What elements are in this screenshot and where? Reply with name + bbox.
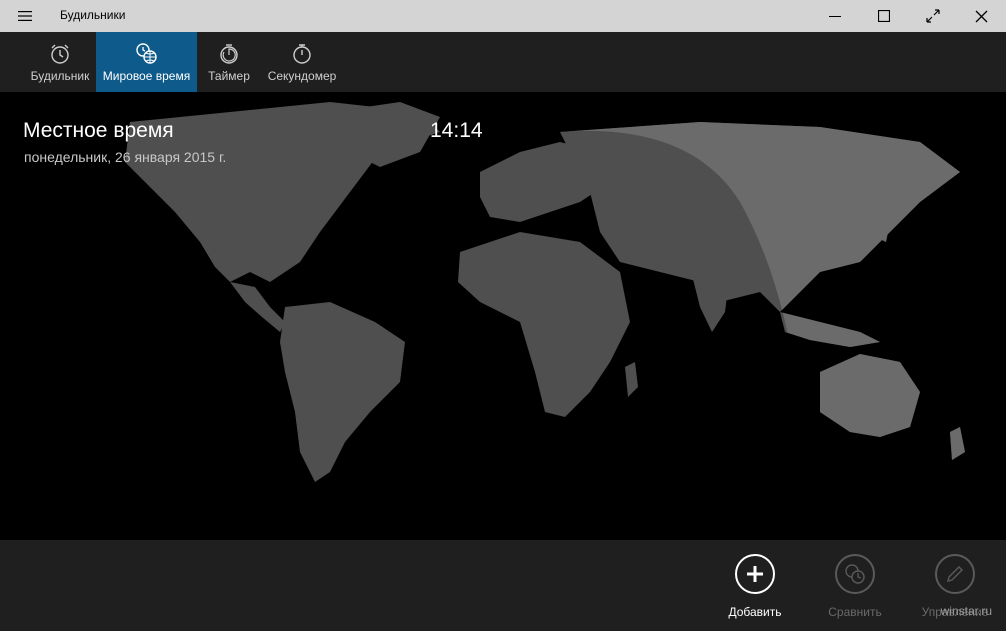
stopwatch-icon [293,44,311,64]
title-bar: Будильники [0,0,1006,32]
hamburger-icon [18,11,32,21]
app-title: Будильники [60,8,126,22]
nav-bar: Будильник Мировое время Таймер Секундоме… [0,32,1006,92]
tab-label: Мировое время [102,69,191,83]
compare-label: Сравнить [828,605,882,619]
tab-label: Секундомер [267,69,337,83]
tab-timer[interactable]: Таймер [201,32,257,92]
world-map[interactable]: Местное время понедельник, 26 января 201… [0,92,1006,540]
watermark: winstar.ru [940,604,992,618]
tab-alarm[interactable]: Будильник [24,32,96,92]
close-button[interactable] [957,0,1005,32]
minimize-button[interactable] [811,0,859,32]
tab-label: Будильник [30,69,90,83]
tab-world-clock[interactable]: Мировое время [96,32,197,92]
compare-clock-icon [845,564,865,584]
maximize-icon [878,10,890,22]
tab-label: Таймер [208,69,250,83]
local-date: понедельник, 26 января 2015 г. [24,149,227,165]
world-clock-icon [135,43,157,64]
timer-icon [220,44,238,64]
maximize-button[interactable] [860,0,908,32]
alarm-clock-icon [51,44,69,64]
fullscreen-icon [926,9,940,23]
plus-icon [747,566,763,582]
fullscreen-button[interactable] [909,0,957,32]
tab-stopwatch[interactable]: Секундомер [262,32,342,92]
hamburger-menu-button[interactable] [10,4,40,28]
add-label: Добавить [728,605,782,619]
minimize-icon [829,16,841,17]
compare-button[interactable]: Сравнить [815,540,895,631]
close-icon [975,10,987,22]
local-time-value: 14:14 [430,119,483,142]
command-bar: Добавить Сравнить Управление [0,540,1006,631]
pencil-icon [947,566,963,582]
add-button[interactable]: Добавить [715,540,795,631]
local-time-title: Местное время [23,119,174,142]
